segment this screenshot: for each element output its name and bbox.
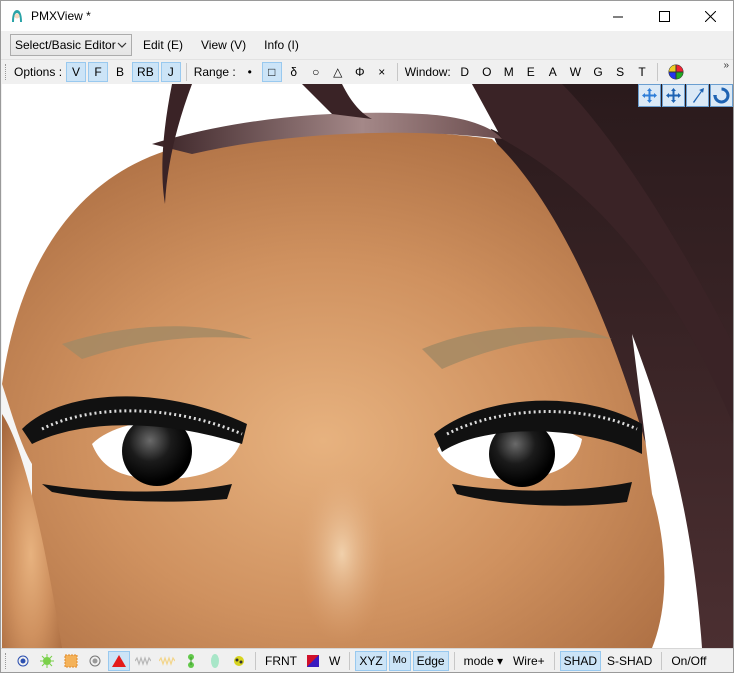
model-render <box>2 84 733 648</box>
wave-icon <box>135 655 151 666</box>
menu-edit[interactable]: Edit (E) <box>134 34 192 56</box>
option-j-button[interactable]: J <box>160 61 181 82</box>
physics-display-button[interactable] <box>228 651 250 671</box>
app-icon <box>12 10 22 22</box>
edge-button[interactable]: Edge <box>412 650 449 671</box>
physics-icon <box>234 655 244 666</box>
range-circle-button[interactable]: ○ <box>306 62 326 82</box>
chevron-down-icon <box>117 42 127 48</box>
window-o-button[interactable]: O <box>477 62 497 82</box>
options-toolbar: Options : V F B RB J Range : • □ δ ○ △ Φ… <box>1 59 733 83</box>
move-xz-button[interactable] <box>662 84 685 107</box>
softbody-display-button[interactable] <box>204 651 226 671</box>
title-bar: PMXView * <box>1 1 733 31</box>
rigid-icon <box>89 655 101 666</box>
maximize-icon <box>658 10 670 22</box>
bone-icon <box>40 653 54 668</box>
shad-button[interactable]: SHAD <box>559 650 601 671</box>
color-swatch[interactable] <box>307 654 319 667</box>
toolbar-separator <box>553 651 555 670</box>
vertex-display-button[interactable] <box>12 651 34 671</box>
close-icon <box>704 10 716 22</box>
color-wheel-button[interactable] <box>663 62 689 82</box>
option-f-button[interactable]: F <box>88 61 109 82</box>
display-toolbar: FRNT W XYZ Mo Edge mode ▾ Wire+ SHAD S-S… <box>1 648 733 672</box>
joint-icon <box>188 653 194 668</box>
mode-select[interactable]: Select/Basic Editor <box>10 34 132 56</box>
range-phi-button[interactable]: Φ <box>350 62 370 82</box>
option-rb-button[interactable]: RB <box>132 61 159 82</box>
range-point-button[interactable]: • <box>240 62 260 82</box>
maximize-button[interactable] <box>641 1 687 31</box>
menu-bar: Select/Basic Editor Edit (E) View (V) In… <box>1 31 733 59</box>
minimize-button[interactable] <box>595 1 641 31</box>
range-triangle-button[interactable]: △ <box>328 62 348 82</box>
close-button[interactable] <box>687 1 733 31</box>
on-off-button[interactable]: On/Off <box>667 651 710 671</box>
view-nav-icons <box>638 84 733 107</box>
range-x-button[interactable]: × <box>372 62 392 82</box>
mesh-icon <box>64 654 78 667</box>
move-xy-icon <box>642 88 657 103</box>
triangle-icon <box>112 654 126 667</box>
toolbar-overflow[interactable]: » <box>723 60 729 71</box>
option-b-button[interactable]: B <box>110 62 130 82</box>
range-delta-button[interactable]: δ <box>284 62 304 82</box>
pmxview-window: PMXView * Select/Basic Editor Edit (E) V… <box>0 0 734 673</box>
toolbar-separator <box>255 651 256 670</box>
window-g-button[interactable]: G <box>588 62 608 82</box>
wire-button[interactable]: Wire+ <box>509 651 549 671</box>
joint-display-button[interactable] <box>180 651 202 671</box>
window-w-button[interactable]: W <box>565 62 586 82</box>
menu-info[interactable]: Info (I) <box>255 34 308 56</box>
color-wheel-icon <box>668 64 684 79</box>
morph-icon <box>159 655 175 666</box>
window-m-button[interactable]: M <box>499 62 519 82</box>
move-button[interactable] <box>686 84 709 107</box>
move-icon <box>693 88 704 103</box>
xyz-button[interactable]: XYZ <box>355 650 387 671</box>
toolbar-separator <box>396 62 398 81</box>
minimize-icon <box>612 16 623 17</box>
toolbar-separator <box>453 651 455 670</box>
toolbar-grip[interactable] <box>5 63 8 80</box>
vertex-icon <box>17 655 29 666</box>
toolbar-grip[interactable] <box>5 652 8 669</box>
options-label: Options : <box>14 64 63 79</box>
softbody-icon <box>211 653 219 668</box>
mesh-display-button[interactable] <box>60 651 82 671</box>
option-v-button[interactable]: V <box>66 61 87 82</box>
frnt-button[interactable]: FRNT <box>261 651 301 671</box>
mo-button[interactable]: Mo <box>388 650 411 671</box>
toolbar-separator <box>349 651 351 670</box>
3d-viewport[interactable] <box>2 84 733 648</box>
rotate-button[interactable] <box>710 84 733 107</box>
mode-dropdown[interactable]: mode ▾ <box>460 651 507 671</box>
window-s-button[interactable]: S <box>610 62 630 82</box>
menu-view[interactable]: View (V) <box>192 34 255 56</box>
move-xz-icon <box>666 88 681 103</box>
window-e-button[interactable]: E <box>521 62 541 82</box>
morph-display-button[interactable] <box>156 651 178 671</box>
mode-select-value: Select/Basic Editor <box>15 38 116 52</box>
rigid-display-button[interactable] <box>84 651 106 671</box>
s-shad-button[interactable]: S-SHAD <box>603 651 656 671</box>
wave-display-button[interactable] <box>132 651 154 671</box>
toolbar-separator <box>657 62 659 81</box>
window-label: Window: <box>404 64 451 79</box>
window-d-button[interactable]: D <box>455 62 475 82</box>
rotate-icon <box>713 87 730 104</box>
range-rect-button[interactable]: □ <box>261 61 282 82</box>
range-label: Range : <box>193 64 236 79</box>
window-title: PMXView * <box>31 9 91 23</box>
w-button[interactable]: W <box>325 651 344 671</box>
nose-highlight <box>297 464 387 644</box>
face-display-button[interactable] <box>108 650 130 671</box>
window-t-button[interactable]: T <box>632 62 652 82</box>
move-xy-button[interactable] <box>638 84 661 107</box>
window-a-button[interactable]: A <box>543 62 563 82</box>
toolbar-separator <box>661 651 663 670</box>
bone-display-button[interactable] <box>36 651 58 671</box>
toolbar-separator <box>185 62 187 81</box>
